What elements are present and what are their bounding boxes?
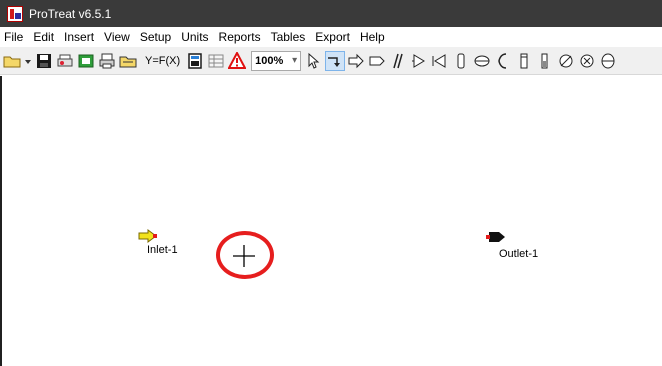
menu-help[interactable]: Help [360,27,385,47]
stream-break-icon[interactable] [388,51,408,71]
mixer-icon[interactable] [577,51,597,71]
window-title: ProTreat v6.5.1 [29,6,112,21]
menu-reports[interactable]: Reports [219,27,261,47]
zoom-value: 100% [255,54,284,67]
menu-view[interactable]: View [104,27,130,47]
protreat-app-icon[interactable] [7,5,23,22]
reactor-icon[interactable] [598,51,618,71]
menu-units[interactable]: Units [181,27,208,47]
toolbar: Y=F(X) 100% ▾ [0,47,662,75]
valve-icon[interactable] [430,51,450,71]
menu-tables[interactable]: Tables [271,27,306,47]
flowsheet-canvas[interactable]: Inlet-1 Outlet-1 [0,76,662,366]
outlet-stream-arrow-icon[interactable] [486,231,506,243]
tank-icon[interactable] [535,51,555,71]
outlet-stream-label[interactable]: Outlet-1 [499,248,538,260]
compressor-icon[interactable] [556,51,576,71]
outlet-stream-icon[interactable] [367,51,387,71]
inlet-stream-arrow-icon[interactable] [138,229,158,243]
print-preview-icon[interactable] [55,51,75,71]
splitter-icon[interactable] [493,51,513,71]
calculator-icon[interactable] [185,51,205,71]
connect-stream-icon[interactable] [325,50,346,71]
save-icon[interactable] [34,51,54,71]
menu-edit[interactable]: Edit [33,27,54,47]
menu-file[interactable]: File [4,27,23,47]
menu-setup[interactable]: Setup [140,27,171,47]
menu-bar: File Edit Insert View Setup Units Report… [0,27,662,47]
pump-icon[interactable] [409,51,429,71]
chevron-down-icon: ▾ [292,55,298,66]
print-icon[interactable] [97,51,117,71]
menu-export[interactable]: Export [315,27,350,47]
vessel-icon[interactable] [514,51,534,71]
open-dropdown-icon[interactable] [23,51,33,71]
export-green-icon[interactable] [76,51,96,71]
folder-list-icon[interactable] [118,51,138,71]
table-grid-icon[interactable] [206,51,226,71]
title-bar: ProTreat v6.5.1 [0,0,662,27]
column-icon[interactable] [451,51,471,71]
inlet-stream-label[interactable]: Inlet-1 [147,244,178,256]
open-folder-icon[interactable] [2,51,22,71]
pointer-select-icon[interactable] [304,51,324,71]
menu-insert[interactable]: Insert [64,27,94,47]
exchanger-icon[interactable] [472,51,492,71]
crosshair-icon [233,245,255,267]
warning-icon[interactable] [227,51,247,71]
inlet-stream-icon[interactable] [346,51,366,71]
function-button[interactable]: Y=F(X) [145,55,180,67]
zoom-select[interactable]: 100% ▾ [251,50,302,71]
